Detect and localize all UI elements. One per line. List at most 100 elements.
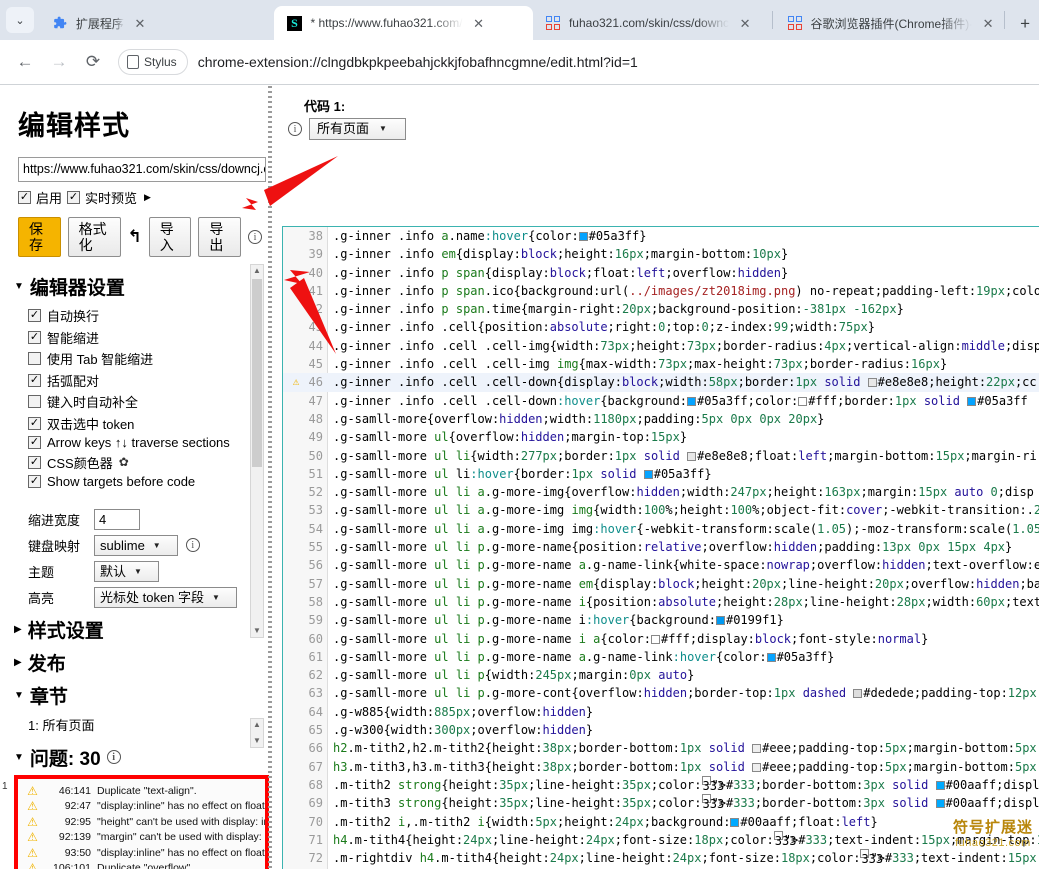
code-line[interactable]: 47 .g-inner .info .cell .cell-down:hover{…: [283, 392, 1039, 410]
code-line[interactable]: 71 h4.m-tith4{height:24px;line-height:24p…: [283, 830, 1039, 849]
code-line[interactable]: 48 .g-samll-more{overflow:hidden;width:11…: [283, 410, 1039, 428]
checkbox[interactable]: ✓: [28, 475, 41, 488]
option-tab-indent[interactable]: ✓ 使用 Tab 智能缩进: [28, 349, 262, 368]
tab-stylus-edit[interactable]: S * https://www.fuhao321.com/ ✕: [274, 6, 533, 40]
list-item[interactable]: ⚠ 46:141 Duplicate "text-align".: [20, 783, 265, 799]
list-item[interactable]: ⚠ 106:101 Duplicate "overflow".: [20, 861, 265, 869]
section-item-all-pages[interactable]: 1: 所有页面: [28, 715, 262, 734]
list-item[interactable]: ⚠ 92:95 "height" can't be used with disp…: [20, 814, 265, 830]
option-show-targets[interactable]: ✓ Show targets before code: [28, 474, 262, 489]
save-button[interactable]: 保存: [18, 217, 61, 257]
code-line[interactable]: 40 .g-inner .info p span{display:block;fl…: [283, 264, 1039, 282]
code-line[interactable]: 41 .g-inner .info p span.ico{background:u…: [283, 282, 1039, 300]
code-line[interactable]: 62 .g-samll-more ul li p{width:245px;marg…: [283, 666, 1039, 684]
checkbox[interactable]: ✓: [28, 330, 41, 344]
info-icon[interactable]: i: [288, 122, 302, 136]
settings-scrollbar[interactable]: ▲ ▼: [250, 264, 264, 638]
keymap-select[interactable]: sublime: [94, 534, 178, 556]
enable-checkbox[interactable]: ✓: [18, 191, 31, 204]
list-item[interactable]: ⚠ 92:47 "display:inline" has no effect o…: [20, 799, 265, 815]
close-icon[interactable]: ✕: [132, 15, 148, 31]
checkbox[interactable]: ✓: [28, 395, 41, 408]
scrollbar-thumb[interactable]: [252, 279, 262, 467]
code-line[interactable]: 68 .m-tith2 strong{height:35px;line-heigh…: [283, 775, 1039, 794]
live-preview-checkbox[interactable]: ✓: [67, 191, 81, 204]
code-line[interactable]: 44 .g-inner .info .cell .cell-img{width:7…: [283, 337, 1039, 355]
option-arrow-keys[interactable]: ✓ Arrow keys ↑↓ traverse sections: [28, 435, 262, 450]
code-line[interactable]: 70 .m-tith2 i,.m-tith2 i{width:5px;height…: [283, 813, 1039, 831]
code-line[interactable]: 50 .g-samll-more ul li{width:277px;border…: [283, 447, 1039, 465]
sections-scrollbar[interactable]: ▲ ▼: [250, 718, 264, 748]
option-word-wrap[interactable]: ✓ 自动换行: [28, 306, 262, 325]
indent-width-input[interactable]: 4: [94, 508, 140, 530]
reload-icon[interactable]: ⟳: [78, 47, 108, 77]
code-line[interactable]: 59 .g-samll-more ul li p.g-more-name i:ho…: [283, 611, 1039, 629]
chevron-down-icon[interactable]: ⌄: [5, 7, 34, 33]
checkbox[interactable]: ✓: [28, 352, 41, 365]
info-icon[interactable]: i: [106, 750, 121, 764]
style-url-field[interactable]: https://www.fuhao321.com/skin/css/downcj…: [18, 157, 266, 182]
code-line[interactable]: 61 .g-samll-more ul li p.g-more-name a.g-…: [283, 648, 1039, 666]
close-icon[interactable]: ✕: [471, 15, 487, 31]
code-line[interactable]: 52 .g-samll-more ul li a.g-more-img{overf…: [283, 483, 1039, 501]
option-css-colorpicker[interactable]: ✓ CSS颜色器 ✿: [28, 453, 262, 472]
close-icon[interactable]: ✕: [737, 15, 753, 31]
checkbox[interactable]: ✓: [28, 373, 41, 387]
list-item[interactable]: ⚠ 93:50 "display:inline" has no effect o…: [20, 845, 265, 861]
code-line[interactable]: 53 .g-samll-more ul li a.g-more-img img{w…: [283, 501, 1039, 519]
editor-settings-header[interactable]: ▼ 编辑器设置: [14, 273, 262, 300]
info-icon[interactable]: i: [185, 538, 200, 552]
checkbox[interactable]: ✓: [28, 436, 41, 449]
new-tab-button[interactable]: +: [1011, 9, 1039, 37]
code-lines[interactable]: 38 .g-inner .info a.name:hover{color: #05a…: [283, 227, 1039, 869]
stylus-extension-chip[interactable]: Stylus: [118, 49, 188, 75]
address-bar-url[interactable]: chrome-extension://clngdbkpkpeebahjckkjf…: [198, 54, 638, 70]
checkbox[interactable]: ✓: [28, 416, 41, 430]
code-line[interactable]: 54 .g-samll-more ul li a.g-more-img img:h…: [283, 520, 1039, 538]
applies-to-select[interactable]: 所有页面: [309, 118, 406, 140]
code-line[interactable]: 45 .g-inner .info .cell .cell-img img{max…: [283, 355, 1039, 373]
code-line[interactable]: 42 .g-inner .info p span.time{margin-righ…: [283, 300, 1039, 318]
list-item[interactable]: ⚠ 92:139 "margin" can't be used with dis…: [20, 830, 265, 846]
code-line[interactable]: 43 .g-inner .info .cell{position:absolute…: [283, 318, 1039, 336]
close-icon[interactable]: ✕: [980, 15, 996, 31]
tab-extensions[interactable]: 扩展程序 ✕: [40, 6, 275, 40]
issues-header[interactable]: ▼ 问题: 30 i: [14, 744, 262, 771]
tab-list-button[interactable]: ⌄: [0, 0, 40, 40]
code-line[interactable]: 67 h3.m-tith3,h3.m-tith3{height:38px;bord…: [283, 758, 1039, 776]
tab-chrome-plugins[interactable]: 谷歌浏览器插件(Chrome插件)- ✕: [775, 6, 1003, 40]
forward-icon[interactable]: →: [44, 47, 74, 77]
code-line[interactable]: ⚠ 46 .g-inner .info .cell .cell-down{displ…: [283, 373, 1039, 392]
scroll-up-icon[interactable]: ▲: [251, 265, 263, 277]
code-line[interactable]: 57 .g-samll-more ul li p.g-more-name em{d…: [283, 575, 1039, 593]
undo-icon[interactable]: ↰: [128, 227, 142, 247]
scroll-up-icon[interactable]: ▲: [251, 719, 263, 731]
code-line[interactable]: 55 .g-samll-more ul li p.g-more-name{posi…: [283, 538, 1039, 556]
code-line[interactable]: 69 .m-tith3 strong{height:35px;line-heigh…: [283, 794, 1039, 812]
code-line[interactable]: 63 .g-samll-more ul li p.g-more-cont{over…: [283, 684, 1039, 702]
export-button[interactable]: 导出: [198, 217, 241, 257]
tab-fuhao-css[interactable]: fuhao321.com/skin/css/downc ✕: [533, 6, 770, 40]
option-autocomplete[interactable]: ✓ 键入时自动补全: [28, 392, 262, 411]
import-button[interactable]: 导入: [148, 217, 192, 257]
code-line[interactable]: 64 .g-w885{width:885px;overflow:hidden}: [283, 703, 1039, 721]
format-button[interactable]: 格式化: [67, 217, 121, 257]
code-line[interactable]: 66 h2.m-tith2,h2.m-tith2{height:38px;bord…: [283, 739, 1039, 757]
gear-icon[interactable]: ✿: [119, 455, 129, 469]
code-editor[interactable]: 38 .g-inner .info a.name:hover{color: #05a…: [282, 226, 1039, 869]
code-line[interactable]: 72 .m-rightdiv h4.m-tith4{height:24px;lin…: [283, 849, 1039, 867]
publish-header[interactable]: ▶ 发布: [14, 649, 262, 676]
code-line[interactable]: 60 .g-samll-more ul li p.g-more-name i a{…: [283, 630, 1039, 648]
scroll-down-icon[interactable]: ▼: [251, 625, 263, 637]
code-line[interactable]: 58 .g-samll-more ul li p.g-more-name i{po…: [283, 593, 1039, 611]
info-icon[interactable]: i: [248, 230, 262, 244]
checkbox[interactable]: ✓: [28, 309, 41, 322]
option-smart-indent[interactable]: ✓ 智能缩进: [28, 328, 262, 347]
option-dblclick-token[interactable]: ✓ 双击选中 token: [28, 414, 262, 433]
sections-header[interactable]: ▼ 章节: [14, 682, 262, 709]
code-line[interactable]: 38 .g-inner .info a.name:hover{color: #05a…: [283, 227, 1039, 245]
checkbox[interactable]: ✓: [28, 455, 41, 469]
back-icon[interactable]: ←: [10, 47, 40, 77]
code-line[interactable]: 49 .g-samll-more ul{overflow:hidden;margi…: [283, 428, 1039, 446]
omnibox[interactable]: Stylus chrome-extension://clngdbkpkpeeba…: [118, 48, 1029, 76]
